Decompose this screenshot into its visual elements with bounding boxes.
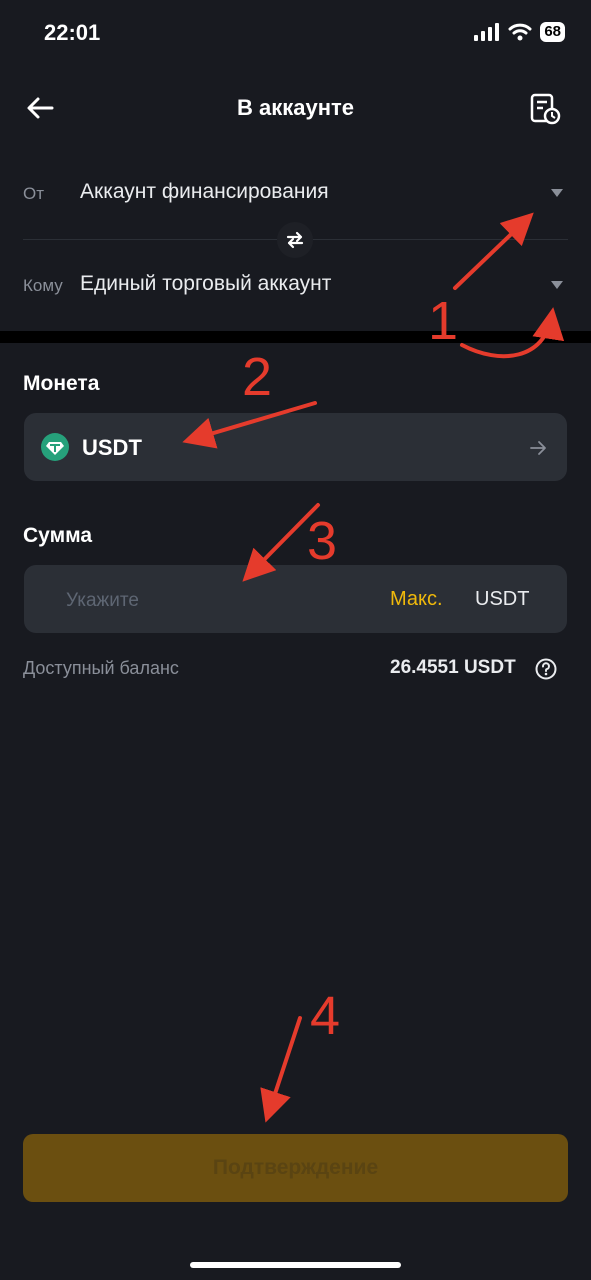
to-account-selector[interactable]: Единый торговый аккаунт <box>80 272 331 296</box>
signal-icon <box>474 23 500 41</box>
swap-icon <box>286 231 304 249</box>
amount-section-label: Сумма <box>23 524 93 547</box>
swap-button[interactable] <box>277 222 313 258</box>
home-indicator <box>190 1262 401 1268</box>
amount-input[interactable]: Укажите <box>66 590 139 612</box>
tether-icon <box>41 433 69 461</box>
coin-name: USDT <box>82 435 142 460</box>
balance-label: Доступный баланс <box>23 658 179 678</box>
help-icon[interactable] <box>535 658 557 680</box>
to-dropdown-icon[interactable] <box>551 281 563 289</box>
coin-section-label: Монета <box>23 372 100 395</box>
status-time: 22:01 <box>44 20 101 45</box>
annotation-arrow-4 <box>260 1016 302 1123</box>
annotation-number-1: 1 <box>428 291 459 351</box>
from-account-selector[interactable]: Аккаунт финансирования <box>80 180 329 204</box>
annotation-number-4: 4 <box>310 986 341 1046</box>
amount-unit: USDT <box>475 588 530 610</box>
section-separator <box>0 331 591 343</box>
from-label: От <box>23 184 45 203</box>
annotation-number-2: 2 <box>242 347 273 407</box>
confirm-button[interactable]: Подтверждение <box>23 1134 568 1202</box>
wifi-icon <box>508 23 532 41</box>
max-button[interactable]: Макс. <box>390 588 443 611</box>
status-icons: 68 <box>474 22 565 42</box>
from-dropdown-icon[interactable] <box>551 189 563 197</box>
annotation-number-3: 3 <box>307 511 338 571</box>
arrow-right-icon <box>530 441 546 455</box>
to-label: Кому <box>23 276 63 295</box>
annotation-arrow-1a <box>453 212 534 290</box>
balance-value: 26.4551 USDT <box>390 657 516 678</box>
battery-indicator: 68 <box>540 22 565 42</box>
page-title: В аккаунте <box>236 95 355 120</box>
history-icon[interactable] <box>528 92 562 126</box>
